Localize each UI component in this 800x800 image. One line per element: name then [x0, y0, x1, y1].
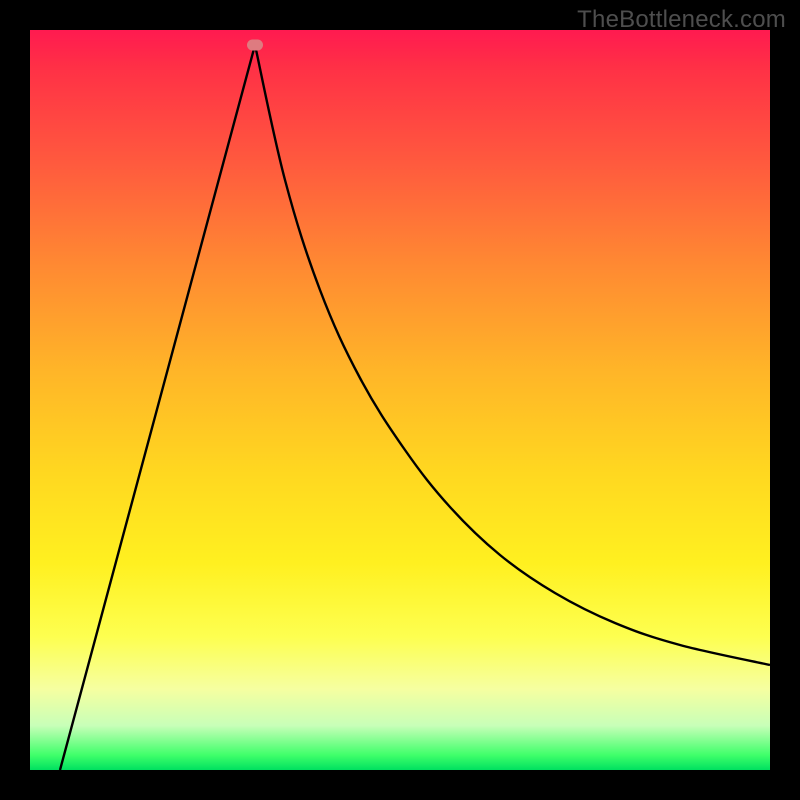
gradient-plot-area	[30, 30, 770, 770]
optimal-point-marker	[247, 40, 263, 51]
bottleneck-curve	[30, 30, 770, 770]
